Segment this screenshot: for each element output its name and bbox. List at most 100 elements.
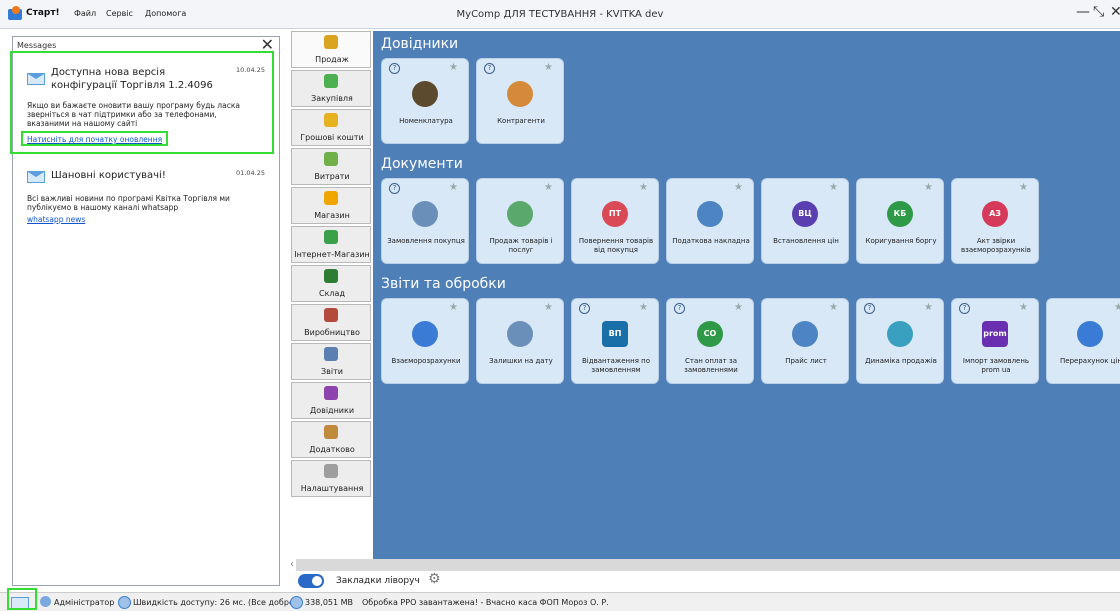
gear-icon[interactable]: ⚙ <box>428 571 441 587</box>
nav-item[interactable]: Склад <box>291 265 371 302</box>
restore-icon[interactable]: ⤡ <box>1093 4 1104 20</box>
help-icon[interactable]: ? <box>579 303 590 314</box>
favorite-star-icon[interactable]: ★ <box>829 182 838 193</box>
additional-icon <box>324 425 338 439</box>
favorite-star-icon[interactable]: ★ <box>544 302 553 313</box>
tile-label: Встановлення цін <box>773 237 839 245</box>
tile[interactable]: ★ Податкова накладна <box>666 178 754 264</box>
tile-label: Відвантаження по замовленням <box>581 357 650 374</box>
tile-label: Податкова накладна <box>672 237 750 245</box>
prices-icon: ВЦ <box>792 201 818 227</box>
tile-label: Акт звірки взаєморозрахунків <box>961 237 1031 254</box>
whatsapp-link[interactable]: whatsapp news <box>27 215 85 224</box>
favorite-star-icon[interactable]: ★ <box>734 302 743 313</box>
title-bar: Старт! Файл Сервіс Допомога MyComp ДЛЯ Т… <box>0 0 1120 29</box>
tabs-left-toggle[interactable] <box>298 574 324 588</box>
status-bar: Адміністратор Швидкість доступу: 26 мс. … <box>0 592 1120 611</box>
horizontal-scrollbar[interactable] <box>296 559 1120 571</box>
message-date: 01.04.25 <box>236 169 265 177</box>
help-icon[interactable]: ? <box>864 303 875 314</box>
sale-icon <box>324 35 338 49</box>
shipment-icon: ВП <box>602 321 628 347</box>
tile[interactable]: ★ ПТ Повернення товарів від покупця <box>571 178 659 264</box>
tile[interactable]: ? ★ Динаміка продажів <box>856 298 944 384</box>
production-icon <box>324 308 338 322</box>
tile[interactable]: ★ ВЦ Встановлення цін <box>761 178 849 264</box>
favorite-star-icon[interactable]: ★ <box>544 62 553 73</box>
favorite-star-icon[interactable]: ★ <box>544 182 553 193</box>
favorite-star-icon[interactable]: ★ <box>1114 302 1120 313</box>
tile[interactable]: ★ АЗ Акт звірки взаєморозрахунків <box>951 178 1039 264</box>
help-icon[interactable]: ? <box>389 183 400 194</box>
tile-label: Замовлення покупця <box>387 237 465 245</box>
tax-invoice-icon <box>697 201 723 227</box>
debt-icon: КБ <box>887 201 913 227</box>
favorite-star-icon[interactable]: ★ <box>449 62 458 73</box>
favorite-star-icon[interactable]: ★ <box>449 182 458 193</box>
message-heading: Шановні користувачі! <box>51 170 166 181</box>
nav-item[interactable]: Витрати <box>291 148 371 185</box>
nav-item[interactable]: Продаж <box>291 31 371 68</box>
chart-icon <box>887 321 913 347</box>
tile[interactable]: ? ★ prom Імпорт замовлень prom ua <box>951 298 1039 384</box>
tile[interactable]: ? ★ СО Стан оплат за замовленнями <box>666 298 754 384</box>
favorite-star-icon[interactable]: ★ <box>449 302 458 313</box>
nav-item-label: Виробництво <box>304 328 360 337</box>
tile[interactable]: ★ Залишки на дату <box>476 298 564 384</box>
memory-icon <box>290 596 303 609</box>
section-title-reports: Звіти та обробки <box>381 276 506 292</box>
nav-item-label: Звіти <box>321 367 343 376</box>
favorite-star-icon[interactable]: ★ <box>924 182 933 193</box>
nav-item-label: Витрати <box>314 172 350 181</box>
favorite-star-icon[interactable]: ★ <box>829 302 838 313</box>
tile[interactable]: ★ Продаж товарів і послуг <box>476 178 564 264</box>
balances-icon <box>507 321 533 347</box>
help-icon[interactable]: ? <box>484 63 495 74</box>
money-icon <box>324 113 338 127</box>
reports-icon <box>324 347 338 361</box>
tile-label: Продаж товарів і послуг <box>489 237 553 254</box>
tile[interactable]: ★ КБ Коригування боргу <box>856 178 944 264</box>
nav-item[interactable]: Виробництво <box>291 304 371 341</box>
favorite-star-icon[interactable]: ★ <box>639 182 648 193</box>
nav-item[interactable]: Інтернет-Магазин <box>291 226 371 263</box>
highlight-frame <box>7 588 37 610</box>
user-icon <box>40 596 51 607</box>
nav-item[interactable]: Грошові кошти <box>291 109 371 146</box>
help-icon[interactable]: ? <box>674 303 685 314</box>
nav-item[interactable]: Додатково <box>291 421 371 458</box>
minimize-icon[interactable]: — <box>1076 4 1090 20</box>
status-user: Адміністратор <box>54 598 115 607</box>
close-icon[interactable]: ✕ <box>1110 4 1120 20</box>
pricelist-icon <box>792 321 818 347</box>
nav-item-label: Налаштування <box>300 484 364 493</box>
tile-label: Імпорт замовлень prom ua <box>962 357 1030 374</box>
tile[interactable]: ? ★ Номенклатура <box>381 58 469 144</box>
nav-item[interactable]: Звіти <box>291 343 371 380</box>
speed-icon <box>118 596 131 609</box>
scroll-left-icon[interactable]: ‹ <box>290 559 294 570</box>
nav-item[interactable]: Довідники <box>291 382 371 419</box>
payments-icon: СО <box>697 321 723 347</box>
tile-label: Коригування боргу <box>865 237 937 245</box>
tile-label: Стан оплат за замовленнями <box>684 357 738 374</box>
nav-item[interactable]: Закупівля <box>291 70 371 107</box>
nav-item[interactable]: Магазин <box>291 187 371 224</box>
tile[interactable]: ? ★ Контрагенти <box>476 58 564 144</box>
favorite-star-icon[interactable]: ★ <box>1019 182 1028 193</box>
nav-item[interactable]: Налаштування <box>291 460 371 497</box>
tile[interactable]: ? ★ Замовлення покупця <box>381 178 469 264</box>
tile[interactable]: ★ Прайс лист <box>761 298 849 384</box>
tile-label: Взаєморозрахунки <box>391 357 461 365</box>
tile[interactable]: ? ★ ВП Відвантаження по замовленням <box>571 298 659 384</box>
nav-item-label: Додатково <box>309 445 355 454</box>
help-icon[interactable]: ? <box>959 303 970 314</box>
favorite-star-icon[interactable]: ★ <box>734 182 743 193</box>
help-icon[interactable]: ? <box>389 63 400 74</box>
favorite-star-icon[interactable]: ★ <box>639 302 648 313</box>
tile[interactable]: ★ Перерахунок цін <box>1046 298 1120 384</box>
message-item[interactable]: Шановні користувачі! 01.04.25 Всі важлив… <box>19 167 273 227</box>
favorite-star-icon[interactable]: ★ <box>1019 302 1028 313</box>
favorite-star-icon[interactable]: ★ <box>924 302 933 313</box>
tile[interactable]: ★ Взаєморозрахунки <box>381 298 469 384</box>
